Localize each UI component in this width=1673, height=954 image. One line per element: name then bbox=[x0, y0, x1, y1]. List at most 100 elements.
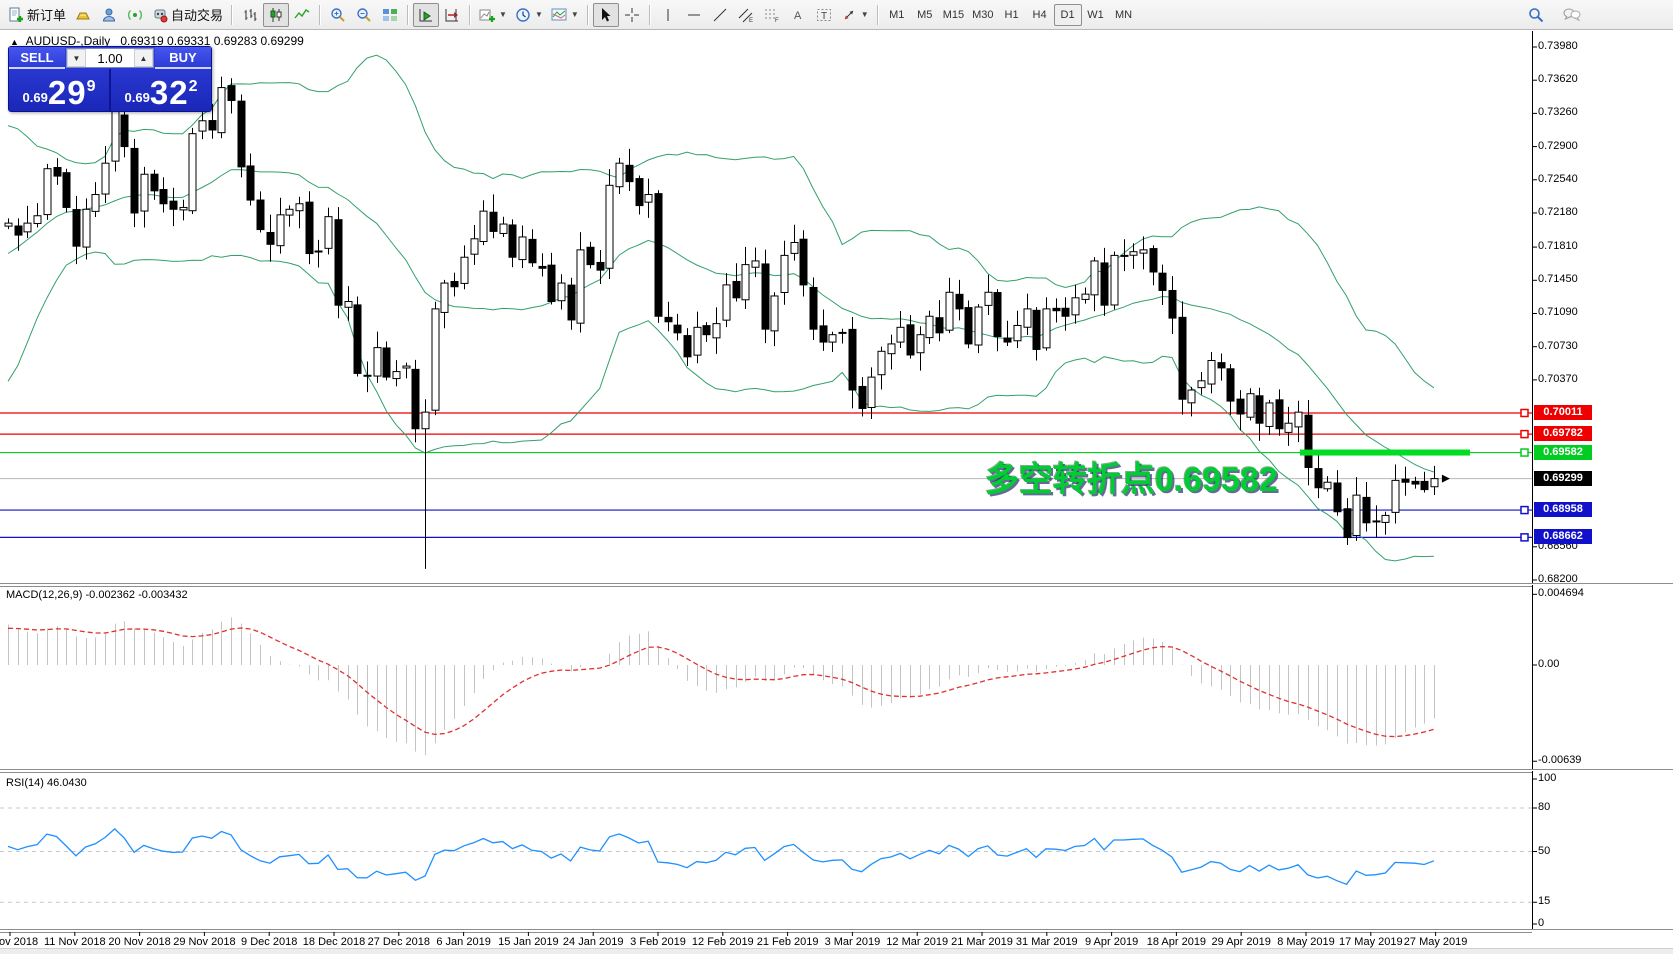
arrows-icon bbox=[844, 10, 854, 19]
price-tick-label: 0.72540 bbox=[1538, 173, 1578, 185]
timeframe-group: M1 M5 M15 M30 H1 H4 D1 W1 MN bbox=[883, 3, 1138, 26]
autotrading-robot-icon bbox=[154, 9, 168, 22]
trendline-tool[interactable] bbox=[707, 3, 733, 27]
zoom-in-button[interactable] bbox=[325, 3, 351, 27]
toolbar-separator bbox=[586, 4, 589, 25]
date-tick-label: 3 Mar 2019 bbox=[824, 936, 881, 948]
toolbar-right-group bbox=[1523, 3, 1585, 27]
timeframe-button-m1[interactable]: M1 bbox=[883, 4, 911, 26]
crosshair-icon bbox=[624, 7, 639, 22]
new-order-button[interactable]: 新订单 bbox=[4, 3, 70, 27]
timeframe-button-h1[interactable]: H1 bbox=[998, 4, 1026, 26]
volume-increase-button[interactable]: ▲ bbox=[134, 49, 153, 67]
candlestick-chart-icon bbox=[270, 7, 282, 22]
volume-decrease-button[interactable]: ▼ bbox=[67, 49, 86, 67]
bar-chart-button[interactable] bbox=[237, 3, 263, 27]
auto-scroll-button[interactable] bbox=[413, 2, 440, 27]
text-tool[interactable]: A bbox=[785, 3, 811, 27]
price-tick-label: 0.72180 bbox=[1538, 206, 1578, 218]
timeframe-button-h4[interactable]: H4 bbox=[1026, 4, 1054, 26]
macd-axis-label: 0.00 bbox=[1538, 658, 1560, 670]
sell-price-main: 29 bbox=[47, 74, 87, 111]
autotrading-button[interactable]: 自动交易 bbox=[148, 3, 227, 27]
chart-shift-button[interactable] bbox=[439, 3, 465, 27]
new-order-label: 新订单 bbox=[27, 8, 67, 23]
price-level-tag[interactable]: 0.70011 bbox=[1534, 405, 1592, 420]
rsi-axis-label: 80 bbox=[1538, 801, 1551, 813]
volume-input[interactable]: 1.00 bbox=[86, 49, 134, 67]
horizontal-line-tool[interactable] bbox=[681, 3, 707, 27]
zoom-out-button[interactable] bbox=[351, 3, 377, 27]
price-level-tag[interactable]: 0.69582 bbox=[1534, 445, 1592, 460]
sell-button[interactable]: SELL bbox=[9, 47, 65, 69]
buy-price[interactable]: 0.69 32 2 bbox=[111, 69, 211, 111]
macd-indicator-label: MACD(12,26,9) -0.002362 -0.003432 bbox=[6, 589, 188, 601]
rsi-axis-label: 50 bbox=[1538, 845, 1551, 857]
macd-axis-label: 0.004694 bbox=[1538, 587, 1584, 599]
toolbar-separator bbox=[231, 4, 234, 25]
price-level-tag[interactable]: 0.69782 bbox=[1534, 426, 1592, 441]
macd-values: -0.002362 -0.003432 bbox=[85, 589, 188, 601]
date-tick-label: 8 May 2019 bbox=[1277, 936, 1335, 948]
line-chart-button[interactable] bbox=[289, 3, 315, 27]
date-tick-label: 15 Jan 2019 bbox=[498, 936, 559, 948]
toolbar-separator bbox=[319, 4, 322, 25]
price-tick-label: 0.71090 bbox=[1538, 306, 1578, 318]
price-level-tag[interactable]: 0.68958 bbox=[1534, 502, 1592, 517]
signals-button[interactable] bbox=[122, 3, 148, 27]
vertical-line-tool[interactable] bbox=[655, 3, 681, 27]
window-bottom-strip bbox=[0, 948, 1673, 954]
cursor-icon bbox=[601, 7, 611, 21]
timeframe-button-m5[interactable]: M5 bbox=[911, 4, 939, 26]
timeframe-button-d1[interactable]: D1 bbox=[1053, 3, 1082, 26]
dropdown-caret: ▼ bbox=[499, 10, 507, 19]
date-tick-label: 27 May 2019 bbox=[1403, 936, 1468, 948]
date-tick-label: 24 Jan 2019 bbox=[562, 936, 624, 948]
rsi-axis-label: 100 bbox=[1538, 772, 1557, 784]
dropdown-caret: ▼ bbox=[570, 10, 579, 19]
text-label-tool[interactable]: T bbox=[811, 3, 837, 27]
date-tick-label: 1 Nov 2018 bbox=[0, 936, 39, 948]
indicators-button[interactable]: ▼ bbox=[475, 3, 511, 27]
community-button[interactable] bbox=[96, 3, 122, 27]
price-level-tag[interactable]: 0.68662 bbox=[1534, 529, 1592, 544]
equidistant-channel-tool[interactable]: E bbox=[733, 3, 759, 27]
svg-text:T: T bbox=[821, 11, 827, 22]
price-tick-label: 0.70370 bbox=[1538, 373, 1578, 385]
timeframe-button-w1[interactable]: W1 bbox=[1082, 4, 1110, 26]
date-tick-label: 21 Mar 2019 bbox=[951, 936, 1013, 948]
buy-price-main: 32 bbox=[149, 74, 189, 111]
text-icon: A bbox=[794, 10, 802, 22]
zoom-in-icon bbox=[331, 7, 345, 22]
candlestick-chart-button[interactable] bbox=[263, 2, 290, 27]
date-tick-label: 21 Feb 2019 bbox=[756, 936, 819, 948]
chart-text-annotation[interactable]: 多空转折点0.69582 bbox=[985, 452, 1278, 501]
buy-button[interactable]: BUY bbox=[155, 47, 211, 69]
trade-panel-header: SELL ▼ 1.00 ▲ BUY bbox=[9, 47, 211, 69]
chat-button[interactable] bbox=[1559, 3, 1585, 27]
arrows-tool[interactable]: ▼ bbox=[837, 3, 873, 27]
date-tick-label: 12 Mar 2019 bbox=[886, 936, 949, 948]
periods-button[interactable]: ▼ bbox=[511, 3, 547, 27]
person-icon bbox=[103, 8, 116, 21]
templates-button[interactable]: ▼ bbox=[547, 3, 583, 27]
crosshair-tool-button[interactable] bbox=[619, 3, 645, 27]
tile-windows-button[interactable] bbox=[377, 3, 403, 27]
timeframe-button-m15[interactable]: M15 bbox=[939, 4, 968, 26]
chart-canvas[interactable] bbox=[0, 0, 1673, 954]
date-tick-label: 6 Jan 2019 bbox=[436, 936, 491, 948]
timeframe-button-mn[interactable]: MN bbox=[1110, 4, 1138, 26]
cursor-tool-button[interactable] bbox=[592, 2, 619, 27]
market-button[interactable] bbox=[70, 3, 96, 27]
date-tick-label: 20 Nov 2018 bbox=[108, 936, 171, 948]
trendline-icon bbox=[713, 8, 727, 21]
fibonacci-tool[interactable]: F bbox=[759, 3, 785, 27]
date-tick-label: 9 Dec 2018 bbox=[241, 936, 298, 948]
timeframe-button-m30[interactable]: M30 bbox=[968, 4, 997, 26]
sell-price[interactable]: 0.69 29 9 bbox=[9, 69, 111, 111]
search-button[interactable] bbox=[1523, 3, 1549, 27]
indicators-icon bbox=[479, 9, 496, 22]
mt4-window: 新订单 自动交易 ▼ ▼ ▼ E F A T ▼ M1 M5 M15 M30 H… bbox=[0, 0, 1673, 954]
price-tick-label: 0.70730 bbox=[1538, 340, 1578, 352]
current-price-tag: 0.69299 bbox=[1534, 471, 1592, 486]
